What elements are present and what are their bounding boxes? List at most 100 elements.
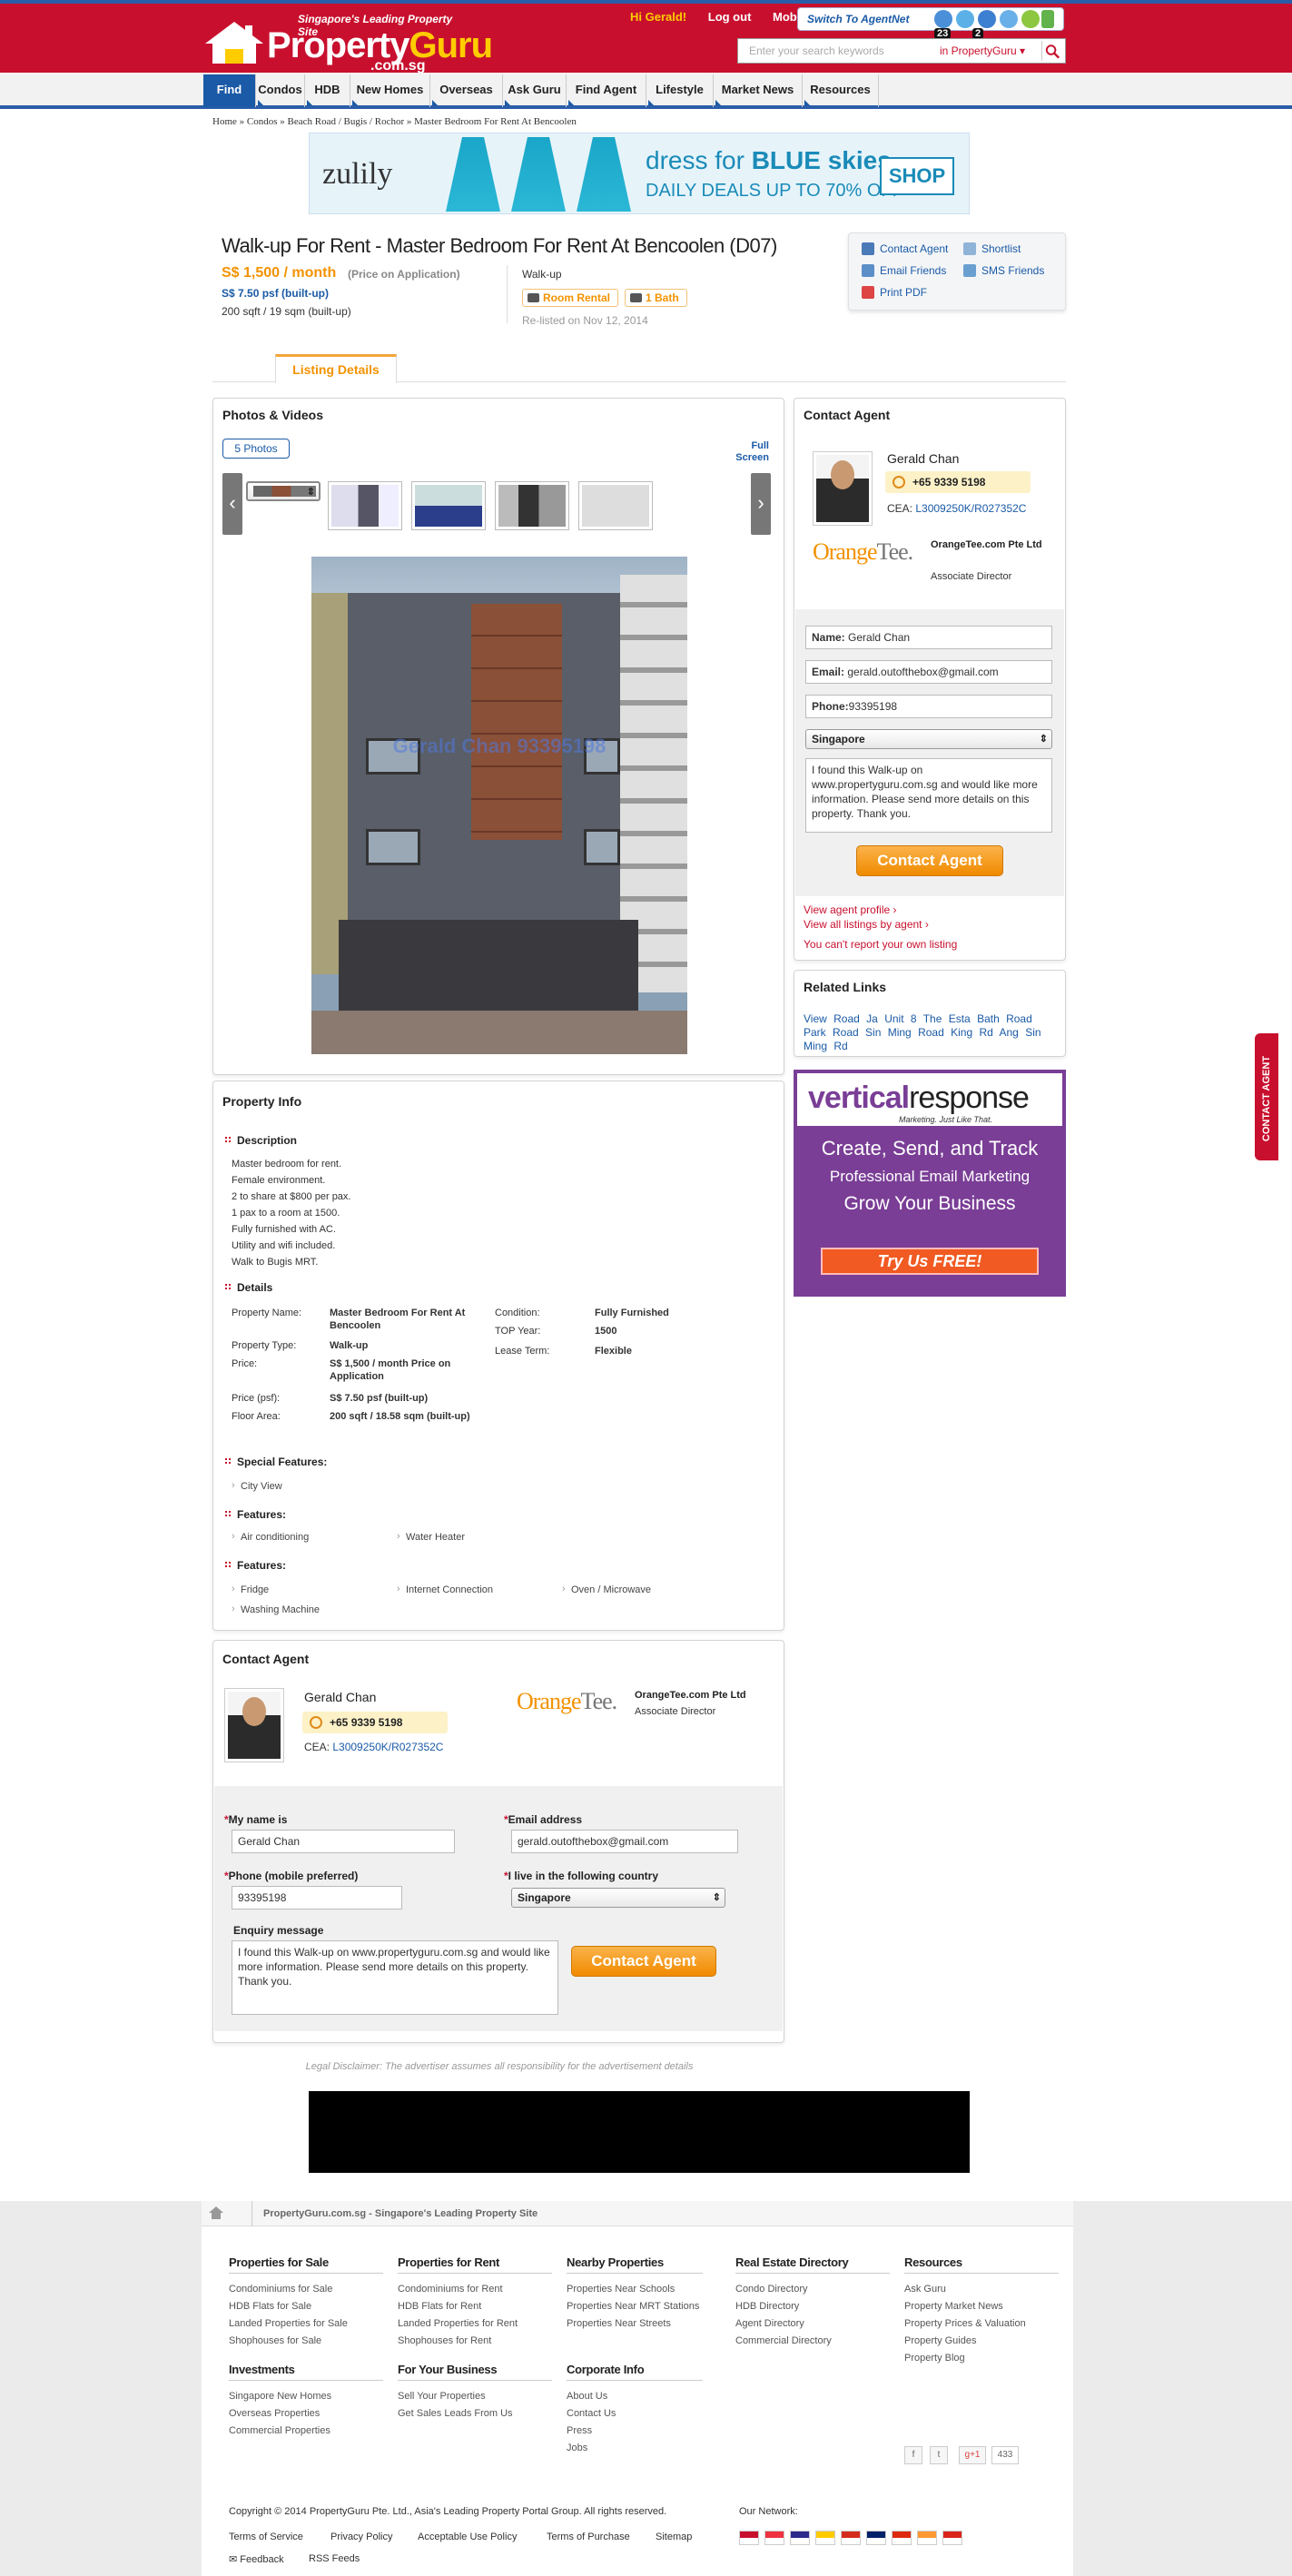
footer-link[interactable]: ✉ Feedback: [229, 2553, 284, 2565]
side-email-input[interactable]: Email: gerald.outofthebox@gmail.com: [805, 660, 1052, 684]
hongkong-flag-icon[interactable]: [892, 2531, 912, 2545]
vietnam-flag-icon[interactable]: [942, 2531, 962, 2545]
nav-market-news[interactable]: Market News: [714, 74, 803, 107]
related-link[interactable]: Park Road: [804, 1026, 859, 1039]
photo-thumbnail[interactable]: [495, 481, 569, 530]
email-friends-link[interactable]: Email Friends: [862, 264, 946, 277]
agent-name[interactable]: Gerald Chan: [304, 1690, 376, 1704]
related-link[interactable]: King Rd: [951, 1026, 993, 1039]
people-icon[interactable]: [956, 10, 974, 28]
message-textarea[interactable]: I found this Walk-up on www.propertyguru…: [232, 1940, 558, 2015]
search-input[interactable]: Enter your search keywords: [749, 44, 884, 57]
agent-name[interactable]: Gerald Chan: [887, 451, 959, 466]
nav-overseas[interactable]: Overseas: [430, 74, 503, 107]
footer-link[interactable]: Privacy Policy: [330, 2532, 392, 2542]
twitter-icon[interactable]: t: [930, 2446, 948, 2464]
nav-lifestyle[interactable]: Lifestyle: [646, 74, 714, 107]
ad-line-2: Professional Email Marketing: [829, 1168, 1031, 1185]
country-select[interactable]: Singapore: [511, 1888, 725, 1908]
view-agent-profile-link[interactable]: View agent profile ›: [804, 903, 897, 916]
side-message-textarea[interactable]: I found this Walk-up on www.propertyguru…: [805, 758, 1052, 833]
cea-link[interactable]: L3009250K/R027352C: [915, 502, 1026, 515]
nav-condos[interactable]: Condos: [256, 74, 305, 107]
google-plus-icon[interactable]: g+1: [959, 2446, 986, 2464]
nav-find-property[interactable]: Find Property: [203, 74, 256, 127]
tools-icon[interactable]: [1021, 10, 1040, 28]
side-phone-input[interactable]: Phone:93395198: [805, 695, 1052, 718]
breadcrumb[interactable]: Home » Condos » Beach Road / Bugis / Roc…: [212, 116, 577, 127]
contact-agent-link[interactable]: Contact Agent: [862, 242, 948, 255]
side-country-select[interactable]: Singapore: [805, 729, 1052, 749]
cea-link[interactable]: L3009250K/R027352C: [332, 1741, 443, 1753]
tab-listing-details[interactable]: Listing Details: [275, 354, 397, 383]
logout-link[interactable]: Log out: [708, 10, 752, 24]
sms-friends-link[interactable]: SMS Friends: [963, 264, 1044, 277]
search-scope-dropdown[interactable]: in PropertyGuru ▾: [940, 44, 1025, 57]
india-flag-icon[interactable]: [917, 2531, 937, 2545]
ad-placeholder[interactable]: [309, 2091, 970, 2173]
side-contact-agent-button[interactable]: Contact Agent: [856, 845, 1003, 876]
legal-disclaimer: Legal Disclaimer: The advertiser assumes…: [305, 2061, 694, 2072]
thailand-flag-icon[interactable]: [790, 2531, 810, 2545]
chat-icon[interactable]: [978, 10, 996, 28]
next-photo-button[interactable]: ›: [751, 473, 771, 535]
verticalresponse-ad[interactable]: verticalresponse Marketing. Just Like Th…: [794, 1070, 1066, 1297]
name-input[interactable]: Gerald Chan: [232, 1830, 455, 1853]
home-icon[interactable]: [207, 2205, 225, 2221]
propertyguru-logo[interactable]: Singapore's Leading Property Site Proper…: [202, 13, 493, 74]
prev-photo-button[interactable]: ‹: [222, 473, 242, 535]
banner-ad[interactable]: zulily dress for BLUE skies DAILY DEALS …: [309, 133, 970, 214]
contact-agent-heading: Contact Agent: [804, 408, 891, 422]
australia-flag-icon[interactable]: [866, 2531, 886, 2545]
nav-ask-guru[interactable]: Ask Guru: [503, 74, 567, 107]
agent-phone-button[interactable]: +65 9339 5198: [302, 1712, 448, 1733]
germany-flag-icon[interactable]: [815, 2531, 835, 2545]
facebook-icon[interactable]: f: [904, 2446, 922, 2464]
nav-resources[interactable]: Resources: [803, 74, 879, 107]
search-icon[interactable]: [1041, 41, 1063, 61]
nav-find-agent[interactable]: Find Agent: [567, 74, 646, 107]
contact-agent-submit-button[interactable]: Contact Agent: [571, 1946, 716, 1977]
print-pdf-link[interactable]: Print PDF: [862, 286, 927, 299]
ad-shop-button[interactable]: SHOP: [880, 157, 954, 195]
ad-try-button[interactable]: Try Us FREE!: [821, 1248, 1039, 1275]
detail-value: Walk-up: [330, 1340, 369, 1351]
photo-thumbnail[interactable]: [411, 481, 486, 530]
photo-thumbnail[interactable]: [578, 481, 653, 530]
agent-photo[interactable]: [813, 451, 873, 526]
phone-input[interactable]: 93395198: [232, 1886, 402, 1910]
battery-icon[interactable]: [1041, 10, 1054, 28]
related-link[interactable]: View Road: [804, 1012, 860, 1025]
related-link[interactable]: Ang: [999, 1026, 1018, 1039]
agent-phone-button[interactable]: +65 9339 5198: [885, 471, 1031, 493]
related-link[interactable]: The Esta: [923, 1012, 971, 1025]
switch-agentnet-link[interactable]: Switch To AgentNet: [807, 13, 909, 25]
view-agent-listings-link[interactable]: View all listings by agent ›: [804, 918, 929, 931]
related-link[interactable]: Bath Road: [977, 1012, 1032, 1025]
related-link[interactable]: Sin Ming Road: [865, 1026, 944, 1039]
footer-link[interactable]: Sitemap: [656, 2532, 692, 2542]
malaysia-flag-icon[interactable]: [739, 2531, 759, 2545]
email-input[interactable]: gerald.outofthebox@gmail.com: [511, 1830, 738, 1853]
shortlist-link[interactable]: Shortlist: [963, 242, 1021, 255]
search-people-icon[interactable]: [1000, 10, 1018, 28]
floating-contact-agent-tab[interactable]: CONTACT AGENT: [1255, 1033, 1278, 1160]
main-photo[interactable]: Gerald Chan 93395198: [311, 557, 687, 1054]
indonesia-flag-icon[interactable]: [764, 2531, 784, 2545]
footer-link[interactable]: Terms of Service: [229, 2532, 303, 2542]
related-link[interactable]: Unit 8: [884, 1012, 916, 1025]
photo-count-button[interactable]: 5 Photos: [222, 439, 290, 459]
related-link[interactable]: Ja: [866, 1012, 878, 1025]
agent-photo[interactable]: [224, 1688, 284, 1762]
footer-link[interactable]: Terms of Purchase: [547, 2532, 630, 2542]
notification-icon[interactable]: [934, 10, 952, 28]
photo-thumbnail[interactable]: [328, 481, 402, 530]
side-name-input[interactable]: Name: Gerald Chan: [805, 626, 1052, 649]
photo-thumbnail[interactable]: [246, 481, 321, 501]
footer-link[interactable]: Acceptable Use Policy: [418, 2532, 517, 2542]
nav-hdb[interactable]: HDB: [305, 74, 350, 107]
footer-link[interactable]: RSS Feeds: [309, 2553, 360, 2564]
switzerland-flag-icon[interactable]: [841, 2531, 861, 2545]
nav-new-homes[interactable]: New Homes: [350, 74, 430, 107]
fullscreen-link[interactable]: Full Screen: [724, 440, 769, 464]
